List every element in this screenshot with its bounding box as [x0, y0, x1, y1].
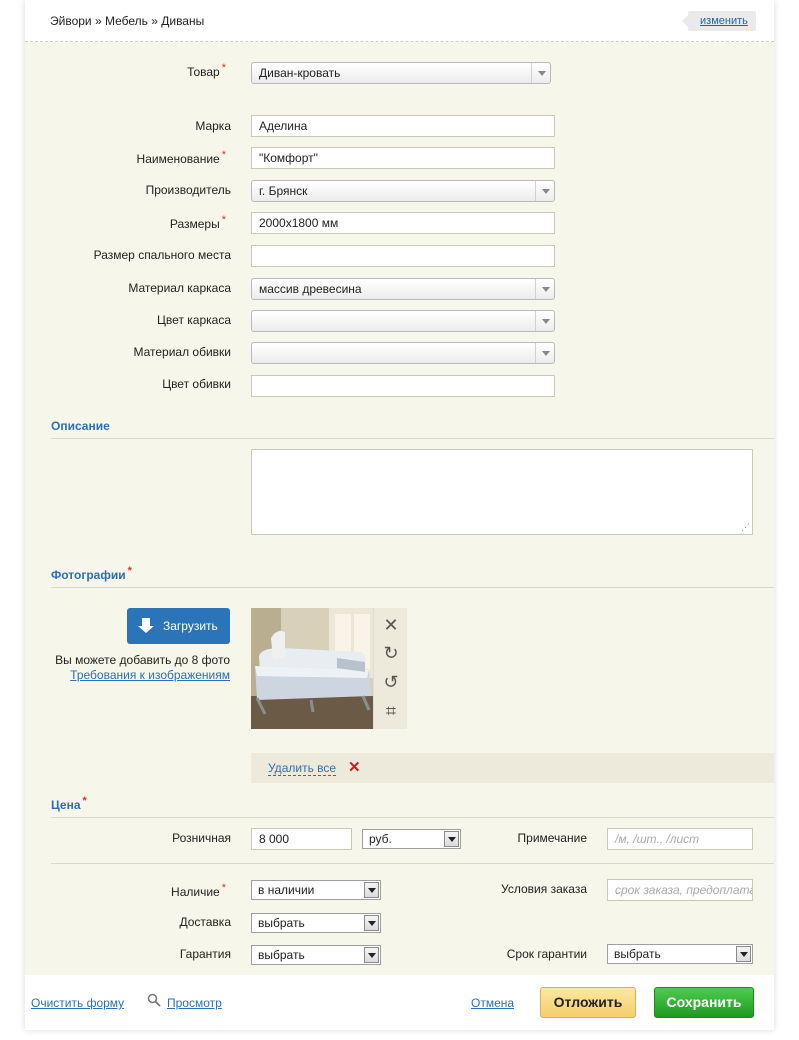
warranty-label: Гарантия: [179, 947, 231, 961]
chevron-down-icon: [364, 947, 379, 963]
retail-price-input[interactable]: 8 000: [251, 828, 352, 850]
preview-link[interactable]: Просмотр: [167, 996, 222, 1010]
chevron-down-icon: [535, 311, 554, 331]
divider: [51, 817, 774, 818]
cancel-link[interactable]: Отмена: [471, 996, 514, 1010]
upholstery-color-input[interactable]: [251, 375, 555, 397]
brand-input[interactable]: Аделина: [251, 115, 555, 137]
download-arrow-icon: [138, 618, 154, 633]
size-input[interactable]: 2000x1800 мм: [251, 212, 555, 234]
note-label: Примечание: [517, 831, 587, 845]
close-icon[interactable]: ✕: [374, 611, 408, 640]
image-requirements-link[interactable]: Требования к изображениям: [30, 668, 230, 682]
delivery-select[interactable]: выбрать: [251, 913, 381, 933]
delete-all-link[interactable]: Удалить все: [268, 761, 337, 776]
chevron-down-icon: [444, 831, 459, 847]
order-terms-input[interactable]: срок заказа, предоплата: [607, 879, 753, 901]
delivery-label: Доставка: [179, 915, 231, 929]
name-input[interactable]: "Комфорт": [251, 147, 555, 169]
sleep-size-input[interactable]: [251, 245, 555, 267]
retail-price-label: Розничная: [172, 831, 231, 845]
chevron-down-icon: [535, 343, 554, 363]
chevron-down-icon: [736, 946, 751, 962]
chevron-down-icon: [531, 63, 550, 83]
price-title: Цена *: [51, 795, 87, 812]
chevron-down-icon: [364, 915, 379, 931]
product-photo[interactable]: [251, 608, 374, 729]
manufacturer-label: Производитель: [145, 183, 231, 197]
brand-label: Марка: [195, 119, 231, 133]
crop-icon[interactable]: ⌗: [374, 697, 408, 726]
divider: [51, 863, 774, 864]
clear-form-link[interactable]: Очистить форму: [31, 996, 124, 1010]
defer-button[interactable]: Отложить: [540, 987, 636, 1018]
note-input[interactable]: /м, /шт., /лист: [607, 828, 753, 850]
chevron-down-icon: [364, 882, 379, 898]
upload-button[interactable]: Загрузить: [127, 608, 230, 644]
frame-material-select[interactable]: массив древесина: [251, 278, 555, 300]
manufacturer-select[interactable]: г. Брянск: [251, 180, 555, 202]
chevron-down-icon: [535, 181, 554, 201]
photos-hint: Вы можете добавить до 8 фото: [55, 653, 230, 667]
photo-tools: ✕ ↻ ↺ ⌗: [373, 608, 407, 729]
warranty-select[interactable]: выбрать: [251, 945, 381, 965]
product-select[interactable]: Диван-кровать: [251, 62, 551, 84]
size-label: Размеры *: [169, 214, 226, 231]
breadcrumb: Эйвори » Мебель » Диваны: [50, 14, 205, 28]
save-button[interactable]: Сохранить: [654, 987, 754, 1018]
divider: [51, 438, 774, 439]
upholstery-color-label: Цвет обивки: [162, 377, 231, 391]
divider: [51, 587, 774, 588]
name-label: Наименование *: [136, 149, 226, 166]
upholstery-material-label: Материал обивки: [133, 345, 231, 359]
change-category-button[interactable]: изменить: [682, 11, 756, 31]
photos-title: Фотографии *: [51, 565, 132, 582]
warranty-term-select[interactable]: выбрать: [607, 944, 753, 964]
description-title: Описание: [51, 419, 110, 433]
sleep-size-label: Размер спального места: [93, 248, 231, 262]
availability-label: Наличие *: [171, 882, 226, 899]
product-label: Товар *: [187, 62, 226, 79]
frame-color-label: Цвет каркаса: [157, 313, 231, 327]
currency-select[interactable]: руб.: [362, 829, 461, 849]
rotate-right-icon[interactable]: ↻: [374, 639, 408, 668]
frame-material-label: Материал каркаса: [128, 281, 231, 295]
resize-handle-icon[interactable]: ⋰: [741, 523, 750, 532]
description-textarea[interactable]: ⋰: [251, 449, 753, 535]
delete-all-icon[interactable]: ✕: [348, 758, 361, 776]
availability-select[interactable]: в наличии: [251, 880, 381, 900]
frame-color-select[interactable]: [251, 310, 555, 332]
upholstery-material-select[interactable]: [251, 342, 555, 364]
order-terms-label: Условия заказа: [501, 882, 587, 896]
rotate-left-icon[interactable]: ↺: [374, 668, 408, 697]
chevron-down-icon: [535, 279, 554, 299]
magnifier-icon: [147, 993, 161, 1007]
warranty-term-label: Срок гарантии: [506, 947, 587, 961]
